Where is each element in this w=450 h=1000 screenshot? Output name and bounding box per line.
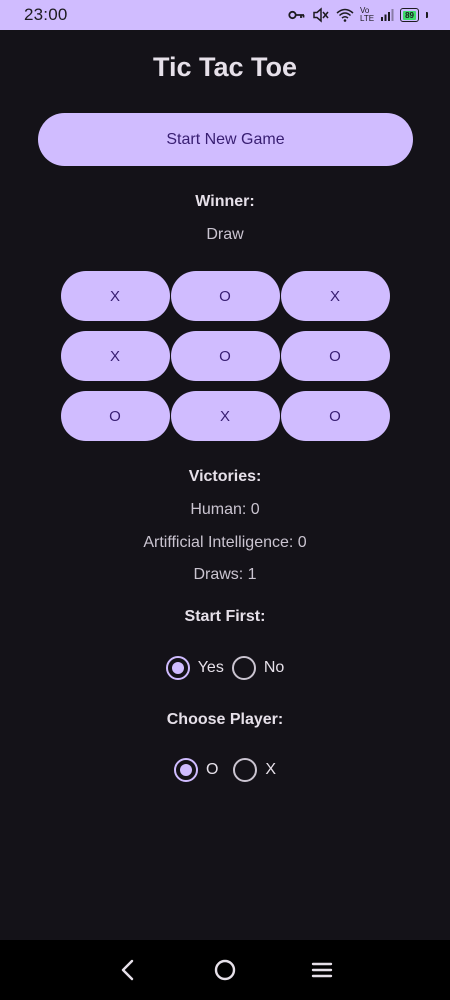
board-cell-5[interactable]: O bbox=[170, 331, 280, 381]
winner-value: Draw bbox=[206, 226, 244, 243]
home-button[interactable] bbox=[205, 950, 245, 990]
board-cell-1[interactable]: X bbox=[60, 271, 170, 321]
game-board: X O X X O O O X O bbox=[60, 271, 390, 441]
victories-heading: Victories: bbox=[188, 468, 262, 485]
network-type-label: Vo LTE bbox=[360, 7, 374, 23]
menu-icon bbox=[311, 962, 332, 978]
start-first-yes-option[interactable]: Yes bbox=[165, 656, 224, 680]
mute-icon bbox=[312, 7, 330, 23]
choose-player-o-option[interactable]: O bbox=[173, 758, 219, 782]
choose-player-heading: Choose Player: bbox=[166, 711, 284, 728]
menu-button[interactable] bbox=[302, 950, 342, 990]
choose-player-o-radio[interactable] bbox=[173, 758, 198, 782]
back-icon bbox=[122, 959, 134, 981]
start-first-no-radio[interactable] bbox=[231, 656, 256, 680]
battery-level: 89 bbox=[403, 10, 416, 20]
board-cell-8[interactable]: X bbox=[170, 391, 280, 441]
board-cell-9[interactable]: O bbox=[280, 391, 390, 441]
network-label-2: LTE bbox=[360, 14, 375, 23]
status-time: 23:00 bbox=[24, 5, 68, 24]
back-button[interactable] bbox=[108, 950, 148, 990]
status-icons: Vo LTE 89 bbox=[288, 7, 428, 23]
board-cell-4[interactable]: X bbox=[60, 331, 170, 381]
ai-victories: Artifficial Intelligence: 0 bbox=[143, 534, 307, 551]
wifi-icon bbox=[336, 8, 354, 22]
board-cell-3[interactable]: X bbox=[280, 271, 390, 321]
status-bar: 23:00 Vo LTE 89 bbox=[0, 0, 450, 30]
choose-player-o-label: O bbox=[205, 761, 219, 778]
choose-player-x-option[interactable]: X bbox=[233, 758, 276, 782]
start-first-radio-group: Yes No bbox=[0, 656, 450, 680]
start-first-no-label: No bbox=[263, 659, 285, 676]
start-new-game-button[interactable]: Start New Game bbox=[38, 113, 413, 166]
start-first-yes-radio[interactable] bbox=[165, 656, 190, 680]
navigation-bar bbox=[0, 940, 450, 1000]
page-title: Tic Tac Toe bbox=[152, 52, 298, 82]
start-first-yes-label: Yes bbox=[197, 659, 224, 676]
board-cell-7[interactable]: O bbox=[60, 391, 170, 441]
board-cell-6[interactable]: O bbox=[280, 331, 390, 381]
winner-heading: Winner: bbox=[195, 193, 255, 210]
home-icon bbox=[214, 959, 236, 981]
human-victories: Human: 0 bbox=[190, 501, 260, 518]
battery-tip bbox=[426, 12, 428, 18]
battery-icon: 89 bbox=[400, 8, 419, 22]
start-first-no-option[interactable]: No bbox=[231, 656, 285, 680]
board-cell-2[interactable]: O bbox=[170, 271, 280, 321]
start-first-heading: Start First: bbox=[184, 608, 266, 625]
choose-player-x-label: X bbox=[265, 761, 277, 778]
key-icon bbox=[288, 9, 306, 21]
signal-icon bbox=[380, 8, 394, 22]
choose-player-radio-group: O X bbox=[0, 758, 450, 782]
choose-player-x-radio[interactable] bbox=[233, 758, 258, 782]
draws-count: Draws: 1 bbox=[193, 566, 257, 583]
